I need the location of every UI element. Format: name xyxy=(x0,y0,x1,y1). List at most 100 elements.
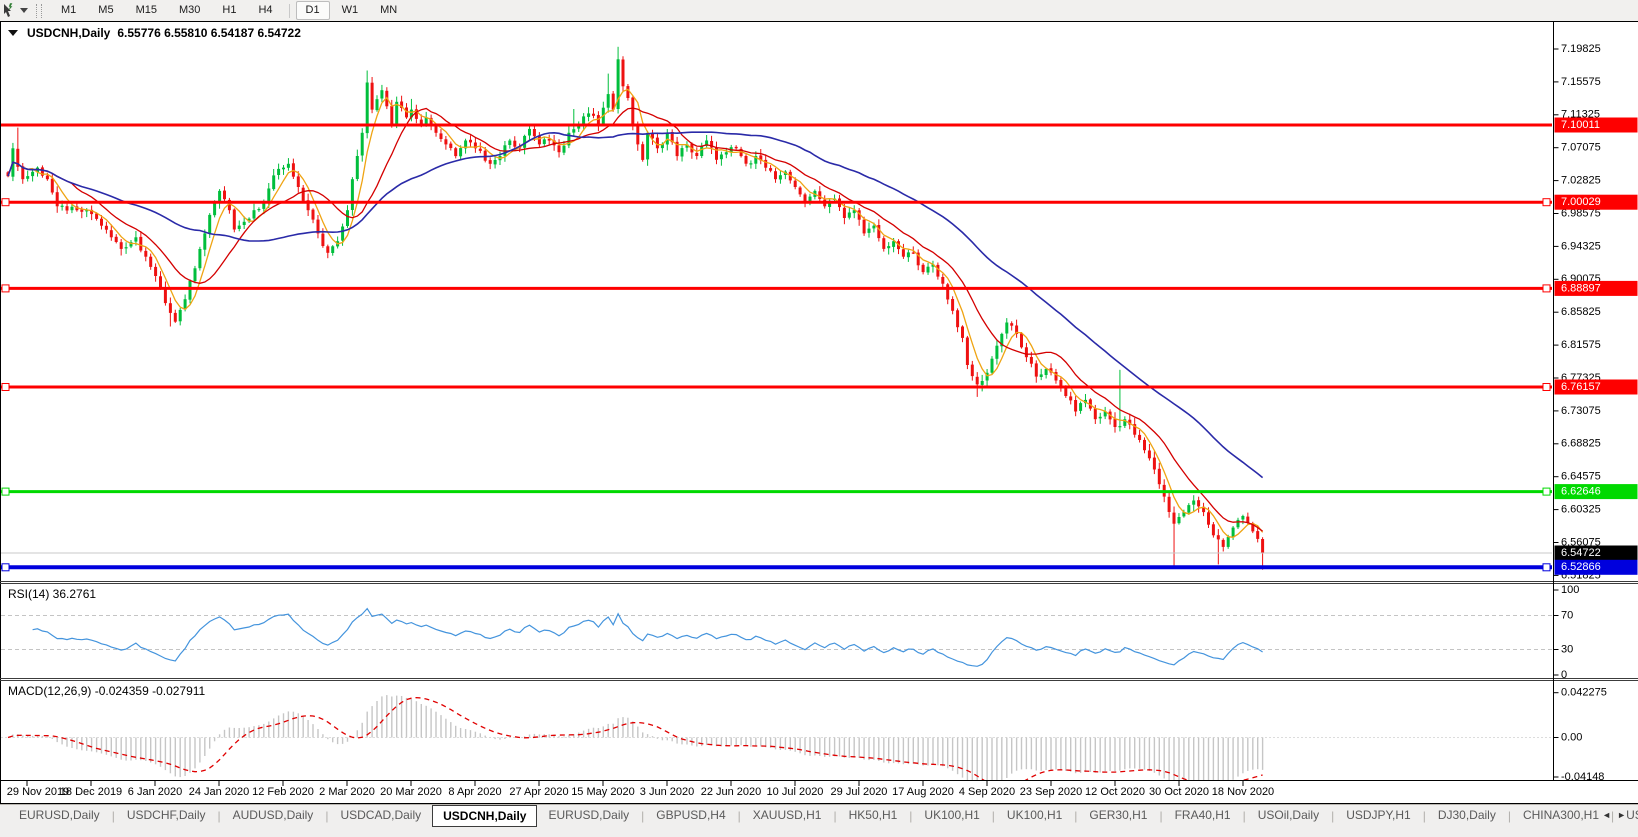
chart-tab-uk100-h1[interactable]: UK100,H1 xyxy=(913,805,990,826)
svg-text:2 Mar 2020: 2 Mar 2020 xyxy=(319,786,375,798)
svg-text:7.10011: 7.10011 xyxy=(1561,119,1600,131)
svg-text:10 Jul 2020: 10 Jul 2020 xyxy=(767,786,824,798)
svg-text:6.52866: 6.52866 xyxy=(1561,561,1601,573)
timeframe-toolbar: M1 M5 M15 M30 H1 H4 D1 W1 MN xyxy=(0,0,1638,22)
chart-tab-bar: EURUSD,Daily | USDCHF,Daily | AUDUSD,Daily | U… xyxy=(0,804,1638,837)
hline-6.62646[interactable] xyxy=(1,487,1552,496)
chart-title: USDCNH,Daily 6.55776 6.55810 6.54187 6.5… xyxy=(8,26,301,40)
timeframe-button-d1[interactable]: D1 xyxy=(295,1,330,20)
chart-cursor-icon[interactable] xyxy=(2,3,18,18)
rsi-axis-label: 0 xyxy=(1561,669,1567,681)
svg-text:7.15575: 7.15575 xyxy=(1561,76,1601,88)
rsi-axis-label: 30 xyxy=(1561,643,1573,655)
svg-text:27 Apr 2020: 27 Apr 2020 xyxy=(509,786,568,798)
ohlc-values: 6.55776 6.55810 6.54187 6.54722 xyxy=(117,26,301,40)
svg-text:29 Jul 2020: 29 Jul 2020 xyxy=(831,786,888,798)
price-tag-7.00029: 7.00029 xyxy=(1554,194,1638,210)
toolbar-separator xyxy=(288,3,290,18)
svg-text:7.07075: 7.07075 xyxy=(1561,142,1601,154)
macd-histogram xyxy=(12,695,1264,780)
svg-text:6.54722: 6.54722 xyxy=(1561,547,1601,559)
chart-tab-usoil-daily[interactable]: USOil,Daily xyxy=(1247,805,1330,826)
chevron-down-icon[interactable] xyxy=(20,8,28,13)
chart-tab-fra40-h1[interactable]: FRA40,H1 xyxy=(1164,805,1242,826)
chart-plot[interactable]: 7.198257.155757.113257.070757.028256.985… xyxy=(0,21,1638,804)
timeframe-buttons: M1 M5 M15 M30 H1 H4 D1 W1 MN xyxy=(50,1,408,20)
timeframe-button-h4[interactable]: H4 xyxy=(248,1,282,20)
macd-signal-line xyxy=(7,696,1263,780)
timeframe-button-mn[interactable]: MN xyxy=(370,1,407,20)
timeframe-button-m1[interactable]: M1 xyxy=(51,1,86,20)
timeframe-button-m30[interactable]: M30 xyxy=(169,1,210,20)
timeframe-button-m5[interactable]: M5 xyxy=(88,1,123,20)
svg-text:8 Apr 2020: 8 Apr 2020 xyxy=(448,786,501,798)
svg-text:12 Oct 2020: 12 Oct 2020 xyxy=(1085,786,1145,798)
ma-13-line xyxy=(7,107,1263,532)
svg-text:6.81575: 6.81575 xyxy=(1561,339,1601,351)
macd-indicator-label: MACD(12,26,9) -0.024359 -0.027911 xyxy=(8,684,206,698)
macd-axis-label: -0.04148 xyxy=(1561,771,1604,783)
timeframe-button-w1[interactable]: W1 xyxy=(332,1,369,20)
chart-tab-audusd-daily[interactable]: AUDUSD,Daily xyxy=(222,805,325,826)
rsi-indicator-label: RSI(14) 36.2761 xyxy=(8,587,97,601)
chart-tab-gbpusd-h4[interactable]: GBPUSD,H4 xyxy=(645,805,736,826)
svg-text:6.62646: 6.62646 xyxy=(1561,486,1601,498)
svg-text:6 Jan 2020: 6 Jan 2020 xyxy=(128,786,182,798)
mt4-window: M1 M5 M15 M30 H1 H4 D1 W1 MN 7.19825 7.15575 7.113… xyxy=(0,0,1638,837)
chart-tab-uk100-h1[interactable]: UK100,H1 xyxy=(996,805,1073,826)
svg-text:3 Jun 2020: 3 Jun 2020 xyxy=(640,786,694,798)
chart-tab-hk50-h1[interactable]: HK50,H1 xyxy=(838,805,909,826)
tab-scroll-arrows[interactable]: ◄► xyxy=(1602,810,1632,820)
timeframe-button-h1[interactable]: H1 xyxy=(212,1,246,20)
price-tag-6.88897: 6.88897 xyxy=(1554,280,1638,296)
rsi-line xyxy=(32,607,1263,667)
hline-6.76157[interactable] xyxy=(1,383,1552,391)
svg-text:15 May 2020: 15 May 2020 xyxy=(571,786,635,798)
svg-text:6.76157: 6.76157 xyxy=(1561,381,1601,393)
svg-text:20 Mar 2020: 20 Mar 2020 xyxy=(380,786,442,798)
ma-5-line xyxy=(7,88,1264,538)
svg-text:6.64575: 6.64575 xyxy=(1561,471,1601,483)
svg-text:7.02825: 7.02825 xyxy=(1561,175,1601,187)
price-tag-6.62646: 6.62646 xyxy=(1554,484,1638,500)
svg-text:30 Oct 2020: 30 Oct 2020 xyxy=(1149,786,1209,798)
chart-tab-usdjpy-h1[interactable]: USDJPY,H1 xyxy=(1335,805,1421,826)
macd-axis-label: 0.042275 xyxy=(1561,687,1607,699)
chart-tabs: EURUSD,Daily | USDCHF,Daily | AUDUSD,Daily | U… xyxy=(8,804,1638,827)
svg-text:12 Feb 2020: 12 Feb 2020 xyxy=(252,786,314,798)
chart-tab-eurusd-daily[interactable]: EURUSD,Daily xyxy=(8,805,111,826)
hline-6.88897[interactable] xyxy=(1,284,1552,293)
ma-40-line xyxy=(7,131,1264,479)
tab-scroll-left-icon[interactable]: ◄ xyxy=(1602,810,1617,820)
chart-tab-xauusd-h1[interactable]: XAUUSD,H1 xyxy=(742,805,833,826)
chart-tab-china300-h1[interactable]: CHINA300,H1 xyxy=(1512,805,1610,826)
svg-text:24 Jan 2020: 24 Jan 2020 xyxy=(189,786,250,798)
price-tag-6.52866: 6.52866 xyxy=(1554,559,1638,575)
chart-tab-dj30-daily[interactable]: DJ30,Daily xyxy=(1427,805,1507,826)
time-axis: 29 Nov 201918 Dec 2019 6 Jan 2020 24 Jan 2… xyxy=(7,781,1274,798)
symbol-period-label: USDCNH,Daily xyxy=(27,26,111,40)
timeframe-button-m15[interactable]: M15 xyxy=(126,1,167,20)
chart-tab-usdcad-daily[interactable]: USDCAD,Daily xyxy=(329,805,432,826)
tab-scroll-right-icon[interactable]: ► xyxy=(1617,810,1632,820)
svg-text:6.60325: 6.60325 xyxy=(1561,504,1601,516)
price-tag-6.76157: 6.76157 xyxy=(1554,379,1638,395)
chart-tab-usdcnh-daily[interactable]: USDCNH,Daily xyxy=(432,804,538,827)
svg-text:6.68825: 6.68825 xyxy=(1561,438,1601,450)
symbol-dropdown-icon[interactable] xyxy=(8,30,18,36)
chart-tab-usdchf-daily[interactable]: USDCHF,Daily xyxy=(116,805,217,826)
rsi-axis-label: 70 xyxy=(1561,609,1573,621)
svg-text:22 Jun 2020: 22 Jun 2020 xyxy=(701,786,762,798)
svg-text:7.00029: 7.00029 xyxy=(1561,196,1601,208)
hline-7.00029[interactable] xyxy=(1,198,1552,207)
macd-axis-label: 0.00 xyxy=(1561,731,1582,743)
chart-window: 7.19825 7.15575 7.11325 7.07075 7.02825 6.985… xyxy=(0,21,1638,804)
svg-text:6.85825: 6.85825 xyxy=(1561,306,1601,318)
toolbar-grip[interactable] xyxy=(36,3,42,18)
price-tag-7.10011: 7.10011 xyxy=(1554,117,1638,133)
price-tag-6.54722: 6.54722 xyxy=(1554,545,1638,561)
hline-6.52866[interactable] xyxy=(1,563,1552,572)
chart-tab-eurusd-daily[interactable]: EURUSD,Daily xyxy=(537,805,640,826)
chart-tab-ger30-h1[interactable]: GER30,H1 xyxy=(1078,805,1158,826)
svg-text:18 Dec 2019: 18 Dec 2019 xyxy=(60,786,122,798)
